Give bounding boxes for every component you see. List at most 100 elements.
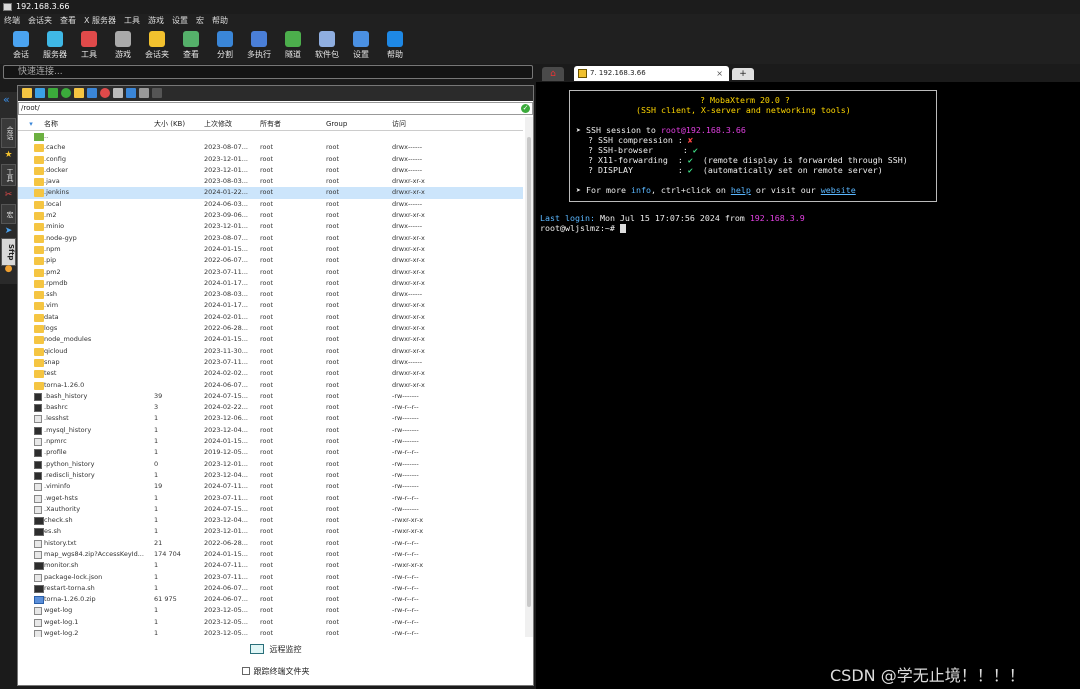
menu-item-2[interactable]: 查看 (60, 14, 76, 28)
menu-item-3[interactable]: X 服务器 (84, 14, 116, 28)
sidebar-tab-sessions[interactable]: 会话 (1, 118, 16, 148)
macro-icon[interactable]: ➤ (3, 226, 14, 237)
file-row[interactable]: data 2024-02-01... root root drwxr-xr-x (18, 312, 523, 323)
parent-folder-icon[interactable] (22, 88, 32, 98)
file-row[interactable]: test 2024-02-02... root root drwxr-xr-x (18, 368, 523, 379)
file-row[interactable]: monitor.sh 1 2024-07-11... root root -rwxr-xr… (18, 560, 523, 571)
file-row[interactable]: qicloud 2023-11-30... root root drwxr-xr-x (18, 346, 523, 357)
file-row[interactable]: .npm 2024-01-15... root root drwxr-xr-x (18, 244, 523, 255)
home-tab-icon[interactable]: ⌂ (542, 67, 564, 81)
file-row[interactable]: .java 2023-08-03... root root drwxr-xr-x (18, 176, 523, 187)
new-tab-button[interactable]: + (732, 68, 754, 80)
file-row[interactable]: torna-1.26.0.zip 61 975 2024-06-07... root r… (18, 594, 523, 605)
remote-monitor-button[interactable]: 远程监控 (18, 641, 533, 657)
tab-session[interactable]: 7. 192.168.3.66 × (574, 66, 729, 81)
upload-icon[interactable] (48, 88, 58, 98)
menu-item-8[interactable]: 帮助 (212, 14, 228, 28)
toolbar-button-0[interactable]: 会话 (4, 28, 38, 64)
file-row[interactable]: .config 2023-12-01... root root drwx------ (18, 154, 523, 165)
rename-icon[interactable] (113, 88, 123, 98)
delete-icon[interactable] (100, 88, 110, 98)
file-row[interactable]: .Xauthority 1 2024-07-15... root root -rw----… (18, 504, 523, 515)
properties-icon[interactable] (126, 88, 136, 98)
file-row[interactable]: .local 2024-06-03... root root drwx------ (18, 199, 523, 210)
path-ok-icon[interactable]: ✓ (521, 104, 530, 113)
path-input[interactable]: /root/ ✓ (18, 102, 533, 115)
file-row[interactable]: wget-log.2 1 2023-12-05... root root -rw-r--r… (18, 628, 523, 637)
col-modified[interactable]: 上次修改 (204, 117, 260, 130)
file-row[interactable]: .mysql_history 1 2023-12-04... root root -rw-… (18, 425, 523, 436)
scrollbar-thumb[interactable] (527, 137, 531, 607)
file-row[interactable]: .minio 2023-12-01... root root drwx------ (18, 221, 523, 232)
new-file-icon[interactable] (87, 88, 97, 98)
permissions-icon[interactable] (139, 88, 149, 98)
toolbar-button-3[interactable]: 游戏 (106, 28, 140, 64)
file-row[interactable]: .vim 2024-01-17... root root drwxr-xr-x (18, 300, 523, 311)
file-row[interactable]: torna-1.26.0 2024-06-07... root root drwxr-x… (18, 380, 523, 391)
tools-icon[interactable]: ✂ (3, 190, 14, 201)
prompt-line[interactable]: root@wljslmz:~# (540, 223, 626, 233)
file-row[interactable]: map_wgs84.zip?AccessKeyId... 174 704 2024-… (18, 549, 523, 560)
file-row[interactable]: snap 2023-07-11... root root drwx------ (18, 357, 523, 368)
file-row[interactable]: .profile 1 2019-12-05... root root -rw-r--r-- (18, 447, 523, 458)
menu-item-5[interactable]: 游戏 (148, 14, 164, 28)
follow-folder-checkbox[interactable] (241, 667, 250, 675)
file-row[interactable]: .wget-hsts 1 2023-07-11... root root -rw-r--r… (18, 493, 523, 504)
collapse-sidebar-icon[interactable]: « (3, 93, 10, 106)
file-row[interactable]: .node-gyp 2023-08-07... root root drwxr-xr-x (18, 233, 523, 244)
new-folder-icon[interactable] (74, 88, 84, 98)
file-row[interactable]: check.sh 1 2023-12-04... root root -rwxr-xr-x (18, 515, 523, 526)
close-tab-icon[interactable]: × (716, 66, 723, 81)
file-row[interactable]: .bash_history 39 2024-07-15... root root -rw-… (18, 391, 523, 402)
col-name[interactable]: 名称 (44, 117, 154, 130)
file-row[interactable]: .pm2 2023-07-11... root root drwxr-xr-x (18, 267, 523, 278)
toolbar-button-8[interactable]: 隧道 (276, 28, 310, 64)
help-link[interactable]: help (731, 185, 751, 195)
toolbar-button-6[interactable]: 分割 (208, 28, 242, 64)
toolbar-button-9[interactable]: 软件包 (310, 28, 344, 64)
menu-item-1[interactable]: 会话夹 (28, 14, 52, 28)
col-group[interactable]: Group (326, 117, 392, 130)
sftp-icon[interactable]: ● (3, 264, 14, 275)
terminal[interactable]: ? MobaXterm 20.0 ? (SSH client, X-server… (536, 82, 1080, 689)
file-row[interactable]: .m2 2023-09-06... root root drwxr-xr-x (18, 210, 523, 221)
follow-terminal-folder[interactable]: 跟踪终端文件夹 (18, 664, 533, 678)
file-row[interactable]: .bashrc 3 2024-02-22... root root -rw-r--r-- (18, 402, 523, 413)
file-row[interactable]: .viminfo 19 2024-07-11... root root -rw------… (18, 481, 523, 492)
file-row[interactable]: .. (18, 131, 523, 142)
col-size[interactable]: 大小 (KB) (154, 117, 204, 130)
file-row[interactable]: logs 2022-06-28... root root drwxr-xr-x (18, 323, 523, 334)
sidebar-tab-sftp[interactable]: Sftp (1, 238, 16, 266)
file-row[interactable]: es.sh 1 2023-12-01... root root -rwxr-xr-x (18, 526, 523, 537)
sort-icon[interactable]: ▾ (18, 117, 44, 130)
sidebar-tab-macros[interactable]: 宏 (1, 204, 16, 224)
col-access[interactable]: 访问 (392, 117, 462, 130)
file-row[interactable]: .lesshst 1 2023-12-06... root root -rw------- (18, 413, 523, 424)
toolbar-button-1[interactable]: 服务器 (38, 28, 72, 64)
download-icon[interactable] (35, 88, 45, 98)
file-row[interactable]: .pip 2022-06-07... root root drwxr-xr-x (18, 255, 523, 266)
file-row[interactable]: wget-log 1 2023-12-05... root root -rw-r--r-- (18, 605, 523, 616)
menu-item-7[interactable]: 宏 (196, 14, 204, 28)
terminal-icon[interactable] (152, 88, 162, 98)
file-row[interactable]: package-lock.json 1 2023-07-11... root root -… (18, 572, 523, 583)
quick-connect-input[interactable]: 快速连接... (3, 65, 533, 79)
toolbar-button-5[interactable]: 查看 (174, 28, 208, 64)
file-row[interactable]: .jenkins 2024-01-22... root root drwxr-xr-x (18, 187, 523, 199)
toolbar-button-10[interactable]: 设置 (344, 28, 378, 64)
refresh-icon[interactable] (61, 88, 71, 98)
menu-item-4[interactable]: 工具 (124, 14, 140, 28)
file-row[interactable]: .cache 2023-08-07... root root drwx------ (18, 142, 523, 153)
file-row[interactable]: restart-torna.sh 1 2024-06-07... root root -r… (18, 583, 523, 594)
file-scrollbar[interactable] (525, 117, 533, 637)
col-owner[interactable]: 所有者 (260, 117, 326, 130)
toolbar-button-2[interactable]: 工具 (72, 28, 106, 64)
file-row[interactable]: .python_history 0 2023-12-01... root root -rw… (18, 459, 523, 470)
file-row[interactable]: wget-log.1 1 2023-12-05... root root -rw-r--r… (18, 617, 523, 628)
menu-item-0[interactable]: 终端 (4, 14, 20, 28)
file-row[interactable]: .ssh 2023-08-03... root root drwx------ (18, 289, 523, 300)
file-row[interactable]: .npmrc 1 2024-01-15... root root -rw------- (18, 436, 523, 447)
file-row[interactable]: .rediscli_history 1 2023-12-04... root root -… (18, 470, 523, 481)
file-row[interactable]: .rpmdb 2024-01-17... root root drwxr-xr-x (18, 278, 523, 289)
file-row[interactable]: node_modules 2024-01-15... root root drwxr-x… (18, 334, 523, 345)
